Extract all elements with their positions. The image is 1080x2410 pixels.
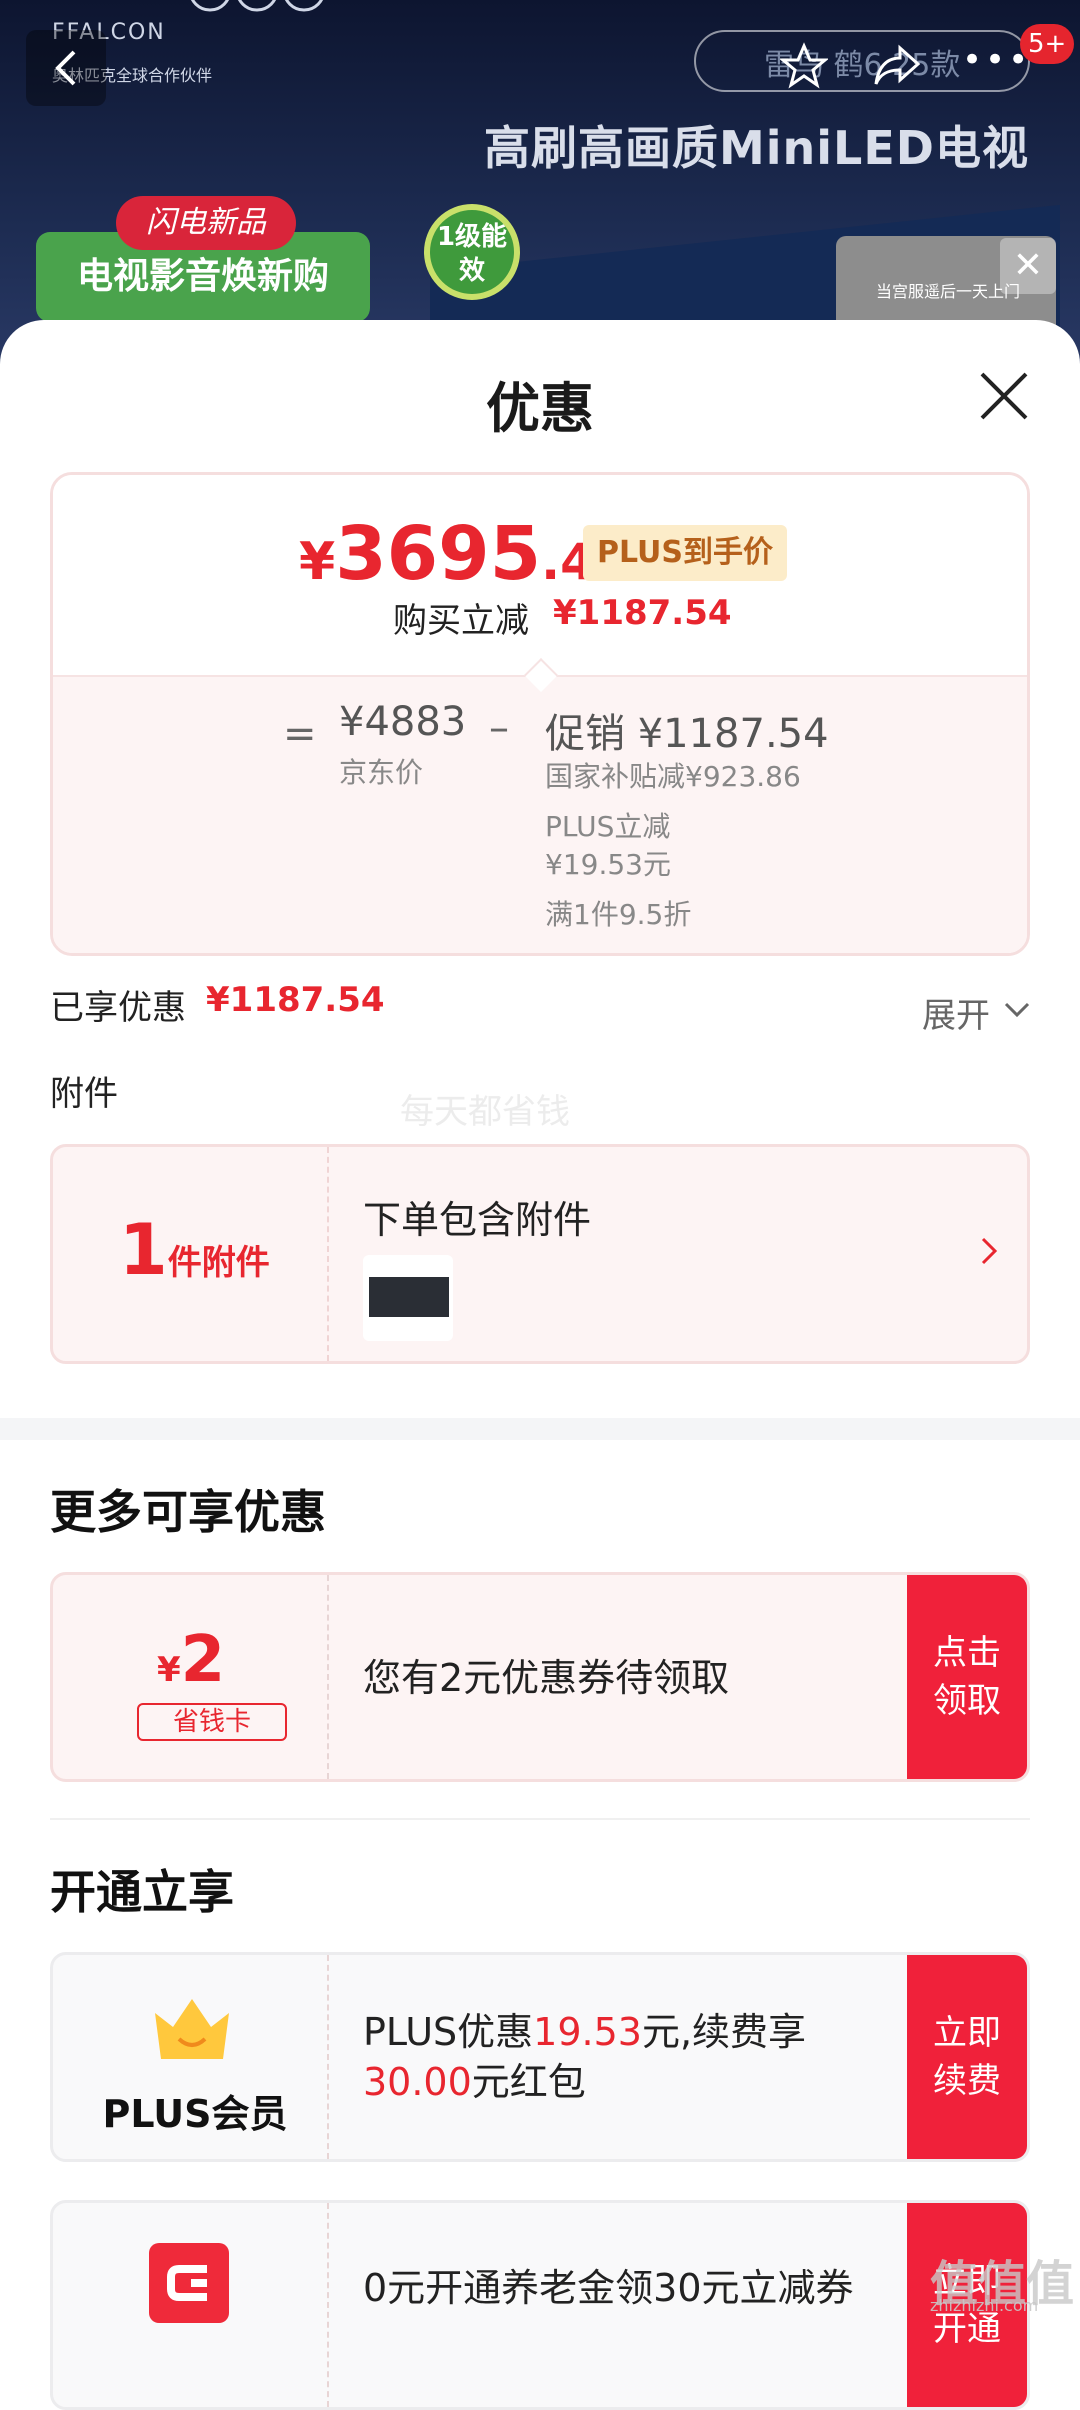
favorite-star-icon[interactable] [780,42,828,90]
new-product-tag: 闪电新品 [116,196,296,250]
accessory-heading: 附件 [50,1074,118,1114]
price-breakdown-card: ¥3695.46 PLUS到手价 购买立减 ¥1187.54 = ¥4883 京… [50,472,1030,956]
price-summary: ¥3695.46 PLUS到手价 购买立减 ¥1187.54 [53,475,1027,675]
site-watermark-url: zhizhizhi.com [930,2296,1039,2315]
card-divider [327,2203,329,2407]
pension-icon [149,2243,229,2323]
watermark-text: 每天都省钱 [400,1092,570,1132]
plus-price-tag: PLUS到手价 [583,525,788,581]
equals-sign: = [283,711,317,757]
floating-close-button[interactable]: ✕ [1000,238,1056,294]
coupon-currency: ¥ [157,1650,181,1690]
energy-label-badge: 1级能效 [424,204,520,300]
jd-price: ¥4883 [339,699,467,745]
pension-offer-text: 0元开通养老金领30元立减券 [363,2266,854,2310]
sheet-title: 优惠 [486,377,594,440]
coupon-card: ¥2 省钱卡 您有2元优惠券待领取 点击领取 [50,1572,1030,1782]
coupon-value: 2 [180,1623,226,1697]
currency-symbol: ¥ [299,532,336,592]
pension-card: 0元开通养老金领30元立减券 立即开通 [50,2200,1030,2410]
card-divider [327,1575,329,1779]
accessory-count-number: 1 [119,1209,168,1291]
plus-text-a: PLUS优惠 [363,2010,534,2054]
divider [50,1818,1030,1820]
more-offers-title: 更多可享优惠 [50,1485,326,1539]
coupon-text: 您有2元优惠券待领取 [363,1656,730,1700]
enjoyed-discount-amount: ¥1187.54 [206,980,385,1020]
promo-line-plus-amount: ¥19.53元 [545,848,671,881]
claim-coupon-label: 点击领取 [933,1633,1001,1721]
instant-discount-amount: ¥1187.54 [553,593,732,633]
pension-logo-icon [167,2265,207,2301]
plus-text-d: 30.00 [363,2060,472,2104]
plus-member-label: PLUS会员 [102,2092,288,2136]
share-icon[interactable] [872,42,922,90]
promo-line-discount: 满1件9.5折 [545,898,692,931]
crown-icon [155,1999,229,2059]
instant-discount-label: 购买立减 [393,601,529,641]
final-price: ¥3695.46 [299,511,630,597]
chevron-right-icon [981,1237,998,1265]
accessory-card[interactable]: 1件附件 下单包含附件 [50,1144,1030,1364]
expand-button[interactable]: 展开 [922,988,990,1037]
enjoyed-discount-label: 已享优惠 [50,988,186,1028]
open-offers-title: 开通立享 [50,1865,234,1919]
chevron-down-icon[interactable] [1002,998,1032,1022]
jd-price-label: 京东价 [339,756,424,789]
promo-line-plus: PLUS立减 [545,810,671,843]
price-calculation [53,675,1027,953]
plus-offer-text: PLUS优惠19.53元,续费享 30.00元红包 [363,2007,806,2107]
plus-text-e: 元红包 [471,2060,586,2104]
plus-text-b: 19.53 [533,2010,642,2054]
floating-card-text: 当宫服遥后一天上门 [876,282,1021,301]
back-button[interactable] [26,30,106,106]
minus-sign: – [489,705,509,751]
saving-card-tag: 省钱卡 [137,1703,287,1741]
hero-title: 高刷高画质MiniLED电视 [484,121,1029,175]
olympic-rings-icon [190,0,324,12]
final-price-integer: 3695 [335,511,542,597]
section-separator [0,1418,1080,1440]
card-divider [327,1955,329,2159]
promotion-total: 促销 ¥1187.54 [545,711,829,757]
accessory-title: 下单包含附件 [363,1198,592,1242]
chevron-left-icon [55,50,76,86]
promo-line-subsidy: 国家补贴减¥923.86 [545,760,801,793]
plus-member-card: PLUS会员 PLUS优惠19.53元,续费享 30.00元红包 立即续费 [50,1952,1030,2162]
notification-badge: 5+ [1020,24,1075,64]
remote-image [369,1277,449,1317]
plus-text-c: 元,续费享 [641,2010,807,2054]
accessory-thumbnail [363,1255,453,1341]
claim-coupon-button[interactable]: 点击领取 [907,1575,1027,1779]
card-divider [327,1147,329,1361]
coupon-amount: ¥2 [157,1623,225,1697]
discount-sheet: 优惠 ¥3695.46 PLUS到手价 购买立减 ¥1187.54 = ¥488… [0,320,1080,2410]
renew-plus-label: 立即续费 [933,2013,1001,2101]
accessory-count: 1件附件 [119,1209,270,1291]
renew-plus-button[interactable]: 立即续费 [907,1955,1027,2159]
close-icon[interactable] [978,370,1030,422]
accessory-count-unit: 件附件 [167,1243,270,1283]
